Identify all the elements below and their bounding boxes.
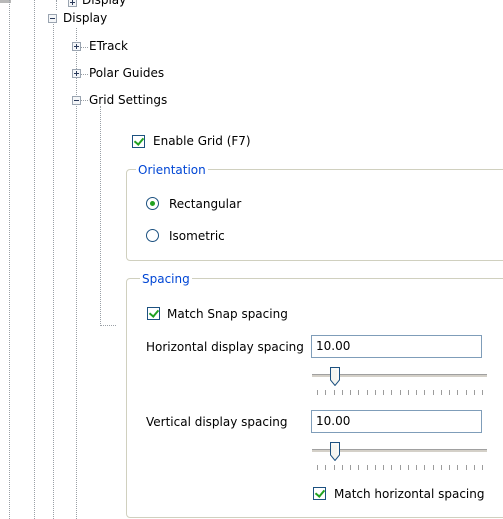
match-horizontal-checkbox[interactable] [313, 487, 326, 500]
tree-item-display-partial[interactable]: Display [82, 0, 126, 8]
slider-tick [342, 390, 343, 395]
slider-tick [416, 465, 417, 470]
slider-tick [358, 390, 359, 395]
orientation-group [126, 169, 503, 261]
slider-tick [408, 390, 409, 395]
check-mark-icon [314, 487, 326, 498]
slider-tick [408, 465, 409, 470]
tree-line [80, 100, 88, 101]
slider-tick [317, 390, 318, 395]
tree-item-etrack[interactable]: ETrack [89, 38, 128, 54]
isometric-label: Isometric [169, 229, 225, 243]
slider-tick [342, 465, 343, 470]
tree-line [56, 0, 57, 10]
slider-tick [433, 465, 434, 470]
slider-tick [466, 465, 467, 470]
horizontal-spacing-slider[interactable] [312, 367, 487, 397]
slider-ticks [317, 390, 483, 395]
slider-tick [474, 390, 475, 395]
tree-line [100, 106, 101, 326]
slider-tick [400, 465, 401, 470]
tree-item-polar-guides[interactable]: Polar Guides [89, 65, 164, 81]
horizontal-spacing-input[interactable]: 10.00 [311, 335, 482, 358]
slider-tick [358, 465, 359, 470]
slider-tick [367, 465, 368, 470]
tree-line [53, 22, 54, 519]
vertical-spacing-label: Vertical display spacing [146, 415, 288, 429]
slider-tick [424, 465, 425, 470]
slider-thumb[interactable] [330, 367, 340, 386]
slider-tick [400, 390, 401, 395]
slider-ticks [317, 465, 483, 470]
orientation-group-title: Orientation [136, 163, 208, 177]
slider-tick [383, 390, 384, 395]
slider-tick [424, 390, 425, 395]
slider-tick [457, 390, 458, 395]
slider-tick [449, 465, 450, 470]
slider-tick [375, 390, 376, 395]
check-mark-icon [148, 307, 160, 318]
match-snap-label: Match Snap spacing [167, 307, 288, 321]
slider-tick [449, 390, 450, 395]
vertical-spacing-slider[interactable] [312, 442, 487, 472]
enable-grid-checkbox[interactable] [132, 135, 145, 148]
slider-tick [367, 390, 368, 395]
tree-line [9, 0, 10, 519]
match-snap-checkbox[interactable] [147, 307, 160, 320]
slider-tick [441, 390, 442, 395]
slider-tick [391, 465, 392, 470]
slider-tick [334, 465, 335, 470]
rectangular-label: Rectangular [169, 197, 242, 211]
collapse-toggle[interactable] [72, 96, 81, 105]
slider-tick [482, 390, 483, 395]
slider-tick [334, 390, 335, 395]
slider-tick [457, 465, 458, 470]
slider-tick [474, 465, 475, 470]
slider-tick [317, 465, 318, 470]
slider-tick [391, 390, 392, 395]
tree-line [80, 47, 88, 48]
slider-tick [482, 465, 483, 470]
tree-line [80, 74, 88, 75]
horizontal-spacing-label: Horizontal display spacing [146, 340, 304, 354]
expand-toggle[interactable] [72, 42, 81, 51]
slider-tick [350, 390, 351, 395]
slider-tick [350, 465, 351, 470]
tree-item-display[interactable]: Display [63, 10, 107, 26]
slider-tick [325, 390, 326, 395]
slider-thumb[interactable] [330, 442, 340, 461]
radio-selected-dot [150, 201, 155, 206]
slider-tick [433, 390, 434, 395]
slider-tick [325, 465, 326, 470]
expand-toggle[interactable] [68, 0, 77, 7]
slider-tick [466, 390, 467, 395]
tree-line [100, 325, 116, 326]
match-horizontal-label: Match horizontal spacing [334, 487, 485, 501]
vertical-spacing-input[interactable]: 10.00 [311, 410, 482, 433]
slider-tick [416, 390, 417, 395]
isometric-radio[interactable] [146, 229, 159, 242]
spacing-group-title: Spacing [140, 272, 192, 286]
collapse-toggle[interactable] [48, 14, 57, 23]
slider-tick [375, 465, 376, 470]
slider-tick [441, 465, 442, 470]
rectangular-radio[interactable] [146, 197, 159, 210]
enable-grid-label: Enable Grid (F7) [153, 134, 251, 148]
expand-toggle[interactable] [72, 69, 81, 78]
slider-tick [383, 465, 384, 470]
tree-item-grid-settings[interactable]: Grid Settings [89, 92, 167, 108]
tree-line [34, 0, 35, 519]
check-mark-icon [133, 135, 145, 146]
